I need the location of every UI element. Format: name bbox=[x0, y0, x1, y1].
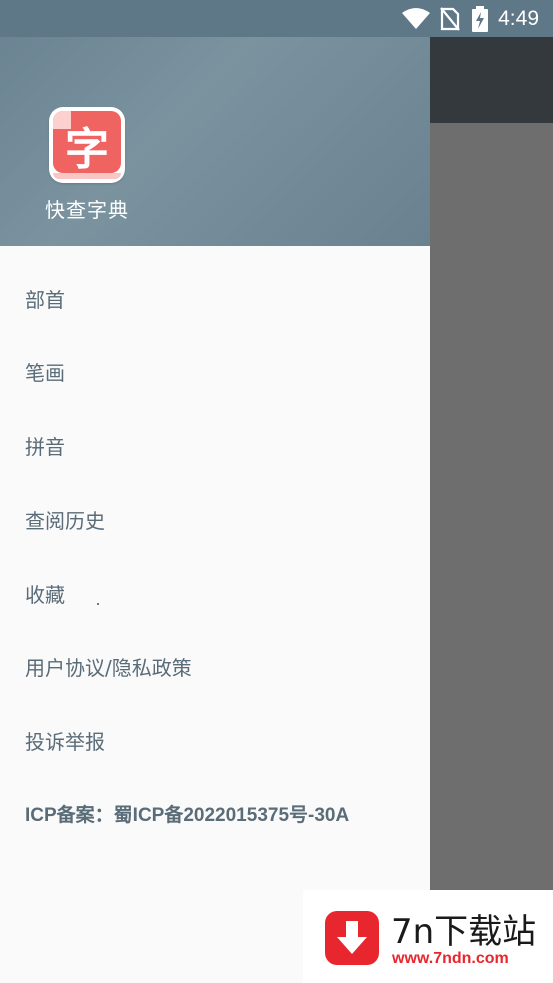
watermark-url: www.7ndn.com bbox=[392, 950, 509, 967]
wifi-icon bbox=[402, 7, 431, 30]
menu-item-favorites[interactable]: 收藏 bbox=[25, 579, 65, 608]
drawer-header: 字 快查字典 bbox=[0, 37, 430, 246]
status-time: 4:49 bbox=[498, 6, 539, 30]
no-sim-icon bbox=[440, 6, 460, 31]
menu-item-pinyin[interactable]: 拼音 bbox=[25, 431, 65, 460]
watermark-title: 7n下载站 bbox=[391, 912, 537, 952]
menu-item-icp-record[interactable]: ICP备案：蜀ICP备2022015375号-30A bbox=[25, 800, 349, 827]
background-toolbar bbox=[430, 37, 553, 123]
stray-dot bbox=[97, 603, 99, 605]
app-logo-icon: 字 bbox=[49, 107, 125, 183]
menu-item-privacy-policy[interactable]: 用户协议/隐私政策 bbox=[25, 652, 192, 681]
app-name: 快查字典 bbox=[45, 198, 129, 222]
status-bar: 4:49 bbox=[0, 0, 553, 37]
menu-item-radical[interactable]: 部首 bbox=[25, 284, 65, 313]
menu-item-strokes[interactable]: 笔画 bbox=[25, 357, 65, 386]
download-arrow-icon bbox=[325, 911, 379, 965]
background-scrim[interactable] bbox=[430, 37, 553, 983]
app-logo-char: 字 bbox=[65, 124, 109, 175]
menu-item-history[interactable]: 查阅历史 bbox=[25, 505, 105, 534]
menu-item-report[interactable]: 投诉举报 bbox=[25, 726, 105, 755]
navigation-drawer: 字 快查字典 部首 笔画 拼音 查阅历史 收藏 用户协议/隐私政策 投诉举报 I… bbox=[0, 37, 430, 983]
battery-charging-icon bbox=[472, 5, 489, 32]
watermark: 7n下载站 www.7ndn.com bbox=[303, 890, 553, 983]
